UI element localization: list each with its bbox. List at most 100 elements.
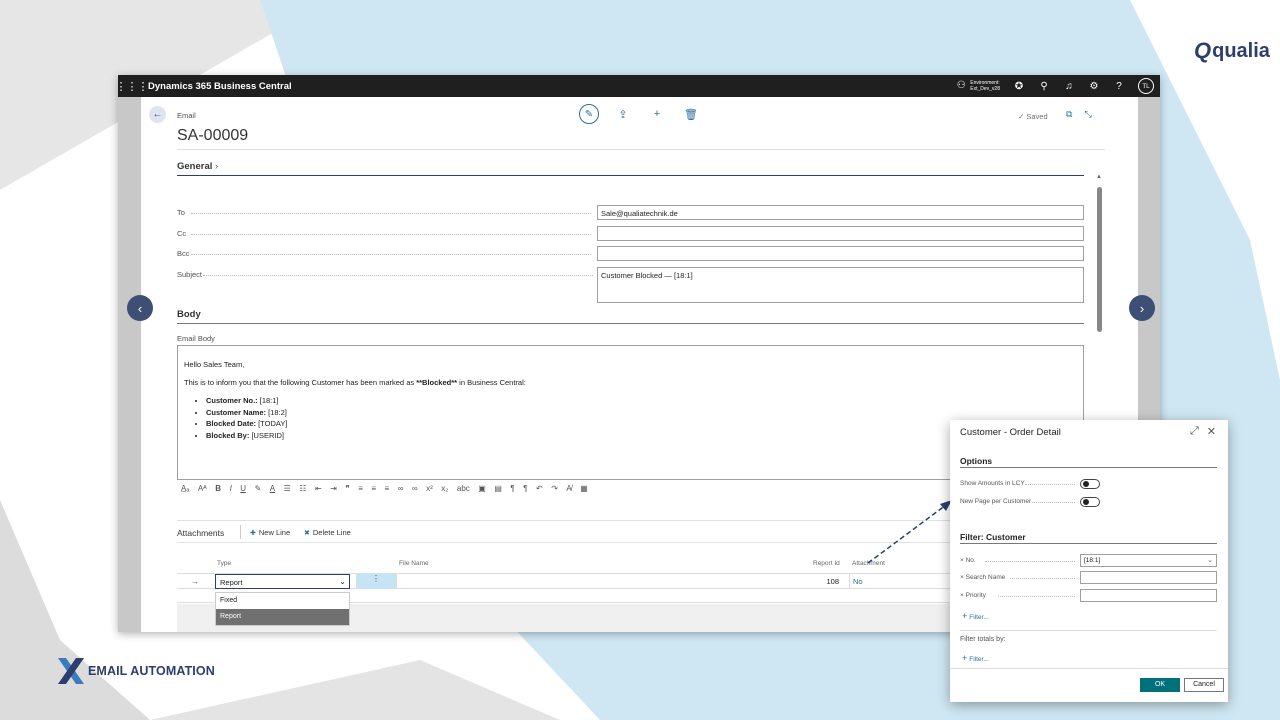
dropdown-option-fixed[interactable]: Fixed	[216, 593, 349, 609]
attachment-cell[interactable]: No	[853, 577, 863, 586]
share-icon[interactable]: ⇪	[613, 108, 633, 121]
col-file-name[interactable]: File Name	[399, 560, 429, 567]
help-icon[interactable]: ?	[1113, 81, 1125, 92]
delete-trash-icon[interactable]: 🗑	[681, 108, 701, 121]
subject-input[interactable]: Customer Blocked — [18:1]	[597, 267, 1084, 303]
font-family-icon[interactable]: A̲ₐ	[181, 484, 189, 493]
body-details-list: Customer No.: [18:1] Customer Name: [18:…	[206, 396, 1077, 440]
new-page-per-customer-label: New Page per Customer	[960, 498, 1032, 505]
show-amounts-lcy-toggle[interactable]	[1080, 479, 1100, 489]
collapse-icon[interactable]: ⤡	[1084, 109, 1091, 120]
bcc-input[interactable]	[597, 246, 1084, 261]
quote-icon[interactable]: ❞	[345, 484, 349, 493]
filter-customer-section-header: Filter: Customer	[960, 532, 1026, 542]
new-line-icon: ✚	[250, 529, 256, 537]
next-arrow-button[interactable]: ›	[1129, 295, 1155, 321]
filter-no-input[interactable]: [18:1] ⌄	[1080, 554, 1217, 567]
align-center-icon[interactable]: ≡	[371, 484, 376, 493]
settings-gear-icon[interactable]: ⚙	[1088, 81, 1100, 92]
ok-button[interactable]: OK	[1140, 678, 1180, 692]
list-item: Customer Name: [18:2]	[206, 408, 1077, 417]
close-icon[interactable]: ✕	[1207, 425, 1216, 438]
highlight-icon[interactable]: ✎	[255, 484, 262, 493]
align-left-icon[interactable]: ≡	[358, 484, 363, 493]
to-input[interactable]: Sale@qualiatechnik.de	[597, 205, 1084, 220]
scroll-up-icon[interactable]: ▲	[1096, 174, 1102, 180]
font-size-icon[interactable]: Aᴬ	[198, 484, 207, 493]
clear-format-icon[interactable]: A̸	[566, 484, 571, 493]
environment-indicator[interactable]: ⚇ Environment: Ext_Dev_v28	[955, 80, 1000, 92]
list-item: Blocked By: [USERID]	[206, 431, 1077, 440]
delete-line-button[interactable]: ✖ Delete Line	[304, 528, 351, 537]
attachments-title: Attachments	[177, 528, 225, 538]
delete-line-icon: ✖	[304, 529, 310, 537]
cc-input[interactable]	[597, 226, 1084, 241]
action-bar: ✎ ⇪ + 🗑	[579, 104, 701, 124]
strikethrough-icon[interactable]: abc	[457, 484, 470, 493]
col-type[interactable]: Type	[217, 560, 231, 567]
unlink-icon[interactable]: ∞	[412, 484, 418, 493]
avatar[interactable]: TL	[1138, 78, 1154, 94]
redo-icon[interactable]: ↷	[551, 484, 558, 493]
rich-text-toolbar: A̲ₐ Aᴬ B I U ✎ A ☰ ☷ ⇤ ⇥ ❞ ≡ ≡ ≡ ∞ ∞ x² …	[181, 484, 588, 493]
edit-pencil-button[interactable]: ✎	[579, 104, 599, 124]
indent-icon[interactable]: ⇥	[330, 484, 337, 493]
outdent-icon[interactable]: ⇤	[315, 484, 322, 493]
new-line-button[interactable]: ✚ New Line	[250, 528, 290, 537]
ltr-icon[interactable]: ¶	[510, 484, 514, 493]
row-indicator-arrow-icon: →	[191, 577, 199, 586]
type-select[interactable]: Report ⌄	[215, 574, 350, 589]
add-filter-button[interactable]: + Filter...	[962, 611, 989, 621]
report-id-cell[interactable]: 108	[714, 574, 850, 589]
align-right-icon[interactable]: ≡	[385, 484, 390, 493]
link-icon[interactable]: ∞	[398, 484, 404, 493]
bcc-label: Bcc	[177, 249, 190, 258]
subject-field-row: Subject Customer Blocked — [18:1]	[177, 267, 1084, 303]
image-icon[interactable]: ▣	[478, 484, 486, 493]
scrollbar-thumb[interactable]	[1097, 187, 1102, 332]
list-item: Blocked Date: [TODAY]	[206, 419, 1077, 428]
undo-icon[interactable]: ↶	[536, 484, 543, 493]
expand-icon[interactable]: ⤢	[1190, 425, 1199, 438]
page-title: SA-00009	[177, 127, 249, 144]
table-icon[interactable]: ▦	[580, 484, 588, 493]
general-section-header[interactable]: General ›	[177, 161, 218, 172]
email-automation-label: EMAIL AUTOMATION	[88, 664, 215, 678]
previous-arrow-button[interactable]: ‹	[127, 295, 153, 321]
dropdown-option-report[interactable]: Report	[216, 609, 349, 625]
qualia-logo: Qqualia	[1194, 38, 1270, 63]
scrollbar[interactable]: ▲	[1096, 174, 1103, 337]
saved-status: ✓ Saved	[1018, 112, 1048, 121]
notification-bell-icon[interactable]: ♫	[1063, 81, 1075, 92]
back-button[interactable]: ←	[149, 106, 166, 123]
copilot-icon[interactable]: ✪	[1013, 81, 1025, 92]
col-report-id[interactable]: Report Id	[813, 560, 840, 567]
new-page-per-customer-toggle[interactable]	[1080, 497, 1100, 507]
add-totals-filter-button[interactable]: + Filter...	[962, 653, 989, 663]
font-color-icon[interactable]: A	[270, 484, 275, 493]
email-body-editor[interactable]: Hello Sales Team, This is to inform you …	[177, 345, 1084, 480]
row-actions-icon[interactable]: ⋮	[356, 574, 396, 589]
bold-icon[interactable]: B	[215, 484, 221, 493]
superscript-icon[interactable]: x²	[426, 484, 433, 493]
underline-icon[interactable]: U	[240, 484, 246, 493]
numbering-icon[interactable]: ☷	[299, 484, 306, 493]
subscript-icon[interactable]: x₂	[441, 484, 448, 493]
filter-search-name-input[interactable]	[1080, 571, 1217, 584]
rtl-icon[interactable]: ¶	[523, 484, 527, 493]
app-launcher-icon[interactable]: ⋮⋮⋮	[116, 75, 149, 97]
filter-priority-input[interactable]	[1080, 589, 1217, 602]
new-plus-icon[interactable]: +	[647, 108, 667, 120]
filter-totals-label: Filter totals by:	[960, 636, 1006, 643]
cancel-button[interactable]: Cancel	[1184, 678, 1224, 692]
plus-icon: +	[962, 611, 968, 621]
open-new-window-icon[interactable]: ⧉	[1066, 109, 1072, 120]
bullets-icon[interactable]: ☰	[284, 484, 291, 493]
body-section-header: Body	[177, 309, 201, 320]
search-icon[interactable]: ⚲	[1038, 81, 1050, 92]
subject-label: Subject	[177, 270, 203, 279]
italic-icon[interactable]: I	[230, 484, 232, 493]
connector-arrow	[867, 500, 952, 564]
file-name-cell[interactable]	[396, 574, 397, 589]
insert-image-icon[interactable]: ▤	[494, 484, 502, 493]
